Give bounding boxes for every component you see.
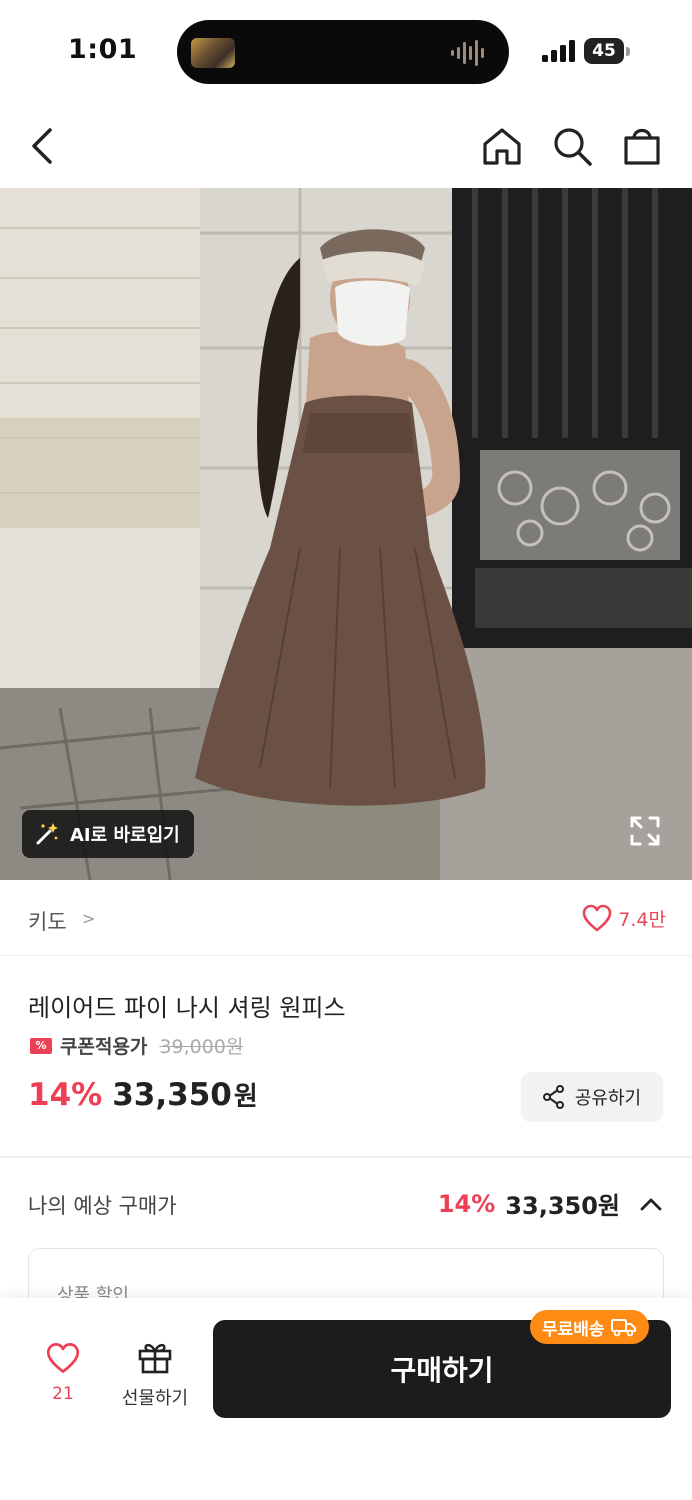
audio-waveform-icon	[451, 40, 484, 66]
product-title: 레이어드 파이 나시 셔링 원피스	[28, 994, 346, 1022]
section-divider	[0, 1156, 692, 1158]
battery-indicator: 45	[584, 38, 630, 64]
brand-like[interactable]: 7.4만	[582, 904, 666, 932]
original-price: 39,000원	[159, 1036, 244, 1058]
ai-try-on-label: AI로 바로입기	[70, 825, 180, 846]
status-bar: 1:01 45	[0, 0, 692, 104]
top-nav	[0, 104, 692, 188]
brand-chevron-right-icon[interactable]: >	[82, 909, 95, 928]
expected-discount: 14%	[437, 1189, 496, 1218]
chevron-left-icon[interactable]	[22, 124, 66, 168]
magic-wand-icon	[36, 823, 58, 845]
wishlist-count: 21	[52, 1384, 74, 1404]
share-button[interactable]: 공유하기	[521, 1072, 663, 1122]
wishlist-button[interactable]: 21	[30, 1338, 96, 1408]
product-image[interactable]: AI로 바로입기	[0, 188, 692, 880]
dynamic-island[interactable]	[177, 20, 509, 84]
signal-icon	[542, 40, 575, 62]
sale-price: 33,350	[112, 1077, 232, 1113]
gift-label: 선물하기	[121, 1388, 189, 1409]
share-label: 공유하기	[574, 1088, 642, 1109]
free-shipping-label: 무료배송	[542, 1319, 605, 1340]
discount-rate: 14%	[28, 1077, 103, 1113]
shopping-bag-icon[interactable]	[620, 124, 664, 168]
expected-price: 33,350원	[505, 1192, 620, 1220]
coupon-label: 쿠폰적용가	[60, 1036, 148, 1058]
home-icon[interactable]	[480, 124, 524, 168]
delivery-truck-icon	[610, 1319, 636, 1337]
brand-row: 키도 > 7.4만	[0, 880, 692, 956]
gift-icon	[138, 1343, 172, 1374]
ai-try-on-button[interactable]: AI로 바로입기	[22, 810, 194, 858]
expand-icon[interactable]	[628, 814, 662, 848]
price-row: 14% 33,350 원	[28, 1076, 258, 1113]
coupon-price-row: 쿠폰적용가 39,000원	[30, 1032, 243, 1059]
now-playing-thumbnail	[191, 38, 235, 68]
status-time: 1:01	[68, 34, 138, 65]
coupon-icon	[30, 1037, 52, 1054]
brand-like-count: 7.4만	[618, 908, 666, 931]
brand-name[interactable]: 키도	[28, 906, 67, 936]
chevron-up-icon[interactable]	[638, 1191, 664, 1217]
free-shipping-badge: 무료배송	[530, 1310, 649, 1344]
product-photo	[0, 188, 692, 880]
expected-price-toggle[interactable]: 14% 33,350원	[438, 1186, 664, 1221]
share-icon	[542, 1085, 564, 1109]
price-unit: 원	[233, 1082, 258, 1112]
battery-level: 45	[584, 38, 624, 64]
search-icon[interactable]	[550, 124, 594, 168]
bottom-action-bar: 21 선물하기 구매하기 무료배송	[0, 1298, 692, 1500]
heart-icon	[582, 904, 612, 932]
heart-icon	[46, 1343, 80, 1373]
buy-label: 구매하기	[390, 1354, 494, 1387]
gift-button[interactable]: 선물하기	[112, 1338, 198, 1409]
expected-price-label: 나의 예상 구매가	[28, 1194, 177, 1218]
